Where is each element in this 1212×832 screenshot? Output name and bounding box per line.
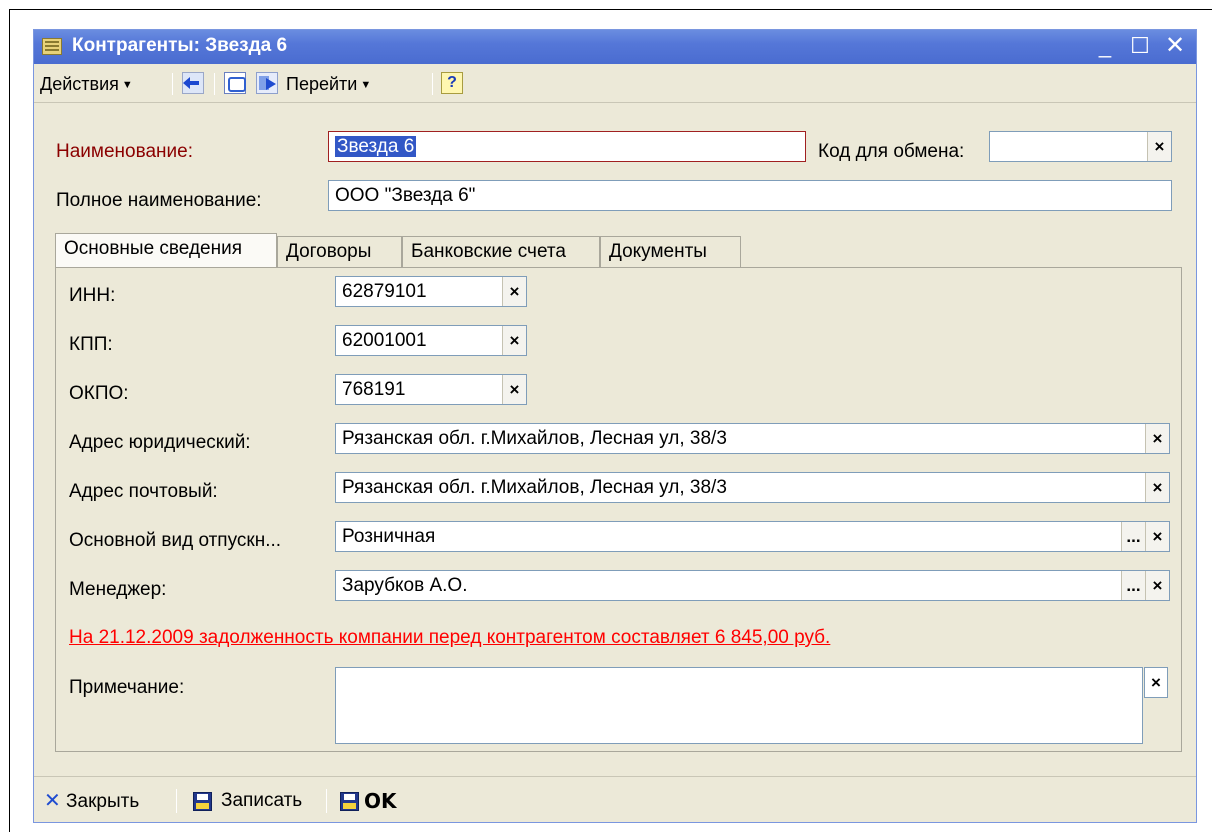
chevron-down-icon: ▼ xyxy=(360,79,372,91)
back-arrow-icon[interactable] xyxy=(182,72,204,94)
clear-icon[interactable]: × xyxy=(502,326,526,355)
inn-input[interactable]: 62879101 × xyxy=(335,276,527,307)
postal-address-label: Адрес почтовый: xyxy=(69,481,218,502)
goto-menu-label: Перейти xyxy=(286,74,358,94)
tab-label: Банковские счета xyxy=(411,241,566,262)
clear-icon[interactable]: × xyxy=(502,277,526,306)
inn-label: ИНН: xyxy=(69,285,116,306)
tab-contracts[interactable]: Договоры xyxy=(277,236,402,268)
clear-icon[interactable]: × xyxy=(1145,522,1169,551)
full-name-input[interactable]: ООО "Звезда 6" xyxy=(328,180,1172,211)
clear-icon[interactable]: × xyxy=(1145,424,1169,453)
postal-address-value: Рязанская обл. г.Михайлов, Лесная ул, 38… xyxy=(342,477,727,498)
save-button[interactable]: Записать xyxy=(221,787,302,815)
manager-label: Менеджер: xyxy=(69,579,167,600)
tab-main-info[interactable]: Основные сведения xyxy=(55,233,277,267)
select-icon[interactable]: ... xyxy=(1121,571,1145,600)
manager-value: Зарубков А.О. xyxy=(342,575,468,596)
legal-address-label: Адрес юридический: xyxy=(69,432,251,453)
kpp-value: 62001001 xyxy=(342,330,427,351)
kpp-input[interactable]: 62001001 × xyxy=(335,325,527,356)
tab-label: Документы xyxy=(609,241,707,262)
toolbar: Действия ▼ Перейти ▼ ? xyxy=(34,65,1196,103)
tab-label: Договоры xyxy=(286,241,372,262)
legal-address-input[interactable]: Рязанская обл. г.Михайлов, Лесная ул, 38… xyxy=(335,423,1170,454)
exchange-code-label: Код для обмена: xyxy=(818,141,965,162)
close-window-button[interactable]: ✕ xyxy=(1162,33,1188,59)
counterparty-window: Контрагенты: Звезда 6 _ ☐ ✕ Действия ▼ Пе… xyxy=(33,29,1197,823)
maximize-button[interactable]: ☐ xyxy=(1127,33,1153,59)
note-textarea[interactable] xyxy=(335,667,1143,744)
actions-menu-label: Действия xyxy=(40,74,119,94)
inn-value: 62879101 xyxy=(342,281,427,302)
toolbar-separator xyxy=(214,73,215,95)
title-bar[interactable]: Контрагенты: Звезда 6 _ ☐ ✕ xyxy=(34,30,1196,64)
toolbar-separator xyxy=(432,73,433,95)
name-label: Наименование: xyxy=(56,141,193,162)
clear-icon[interactable]: × xyxy=(1144,667,1168,698)
select-icon[interactable]: ... xyxy=(1121,522,1145,551)
legal-address-value: Рязанская обл. г.Михайлов, Лесная ул, 38… xyxy=(342,428,727,449)
help-icon[interactable]: ? xyxy=(441,72,463,94)
footer-bar: ✕ Закрыть Записать OK xyxy=(34,776,1196,823)
okpo-value: 768191 xyxy=(342,379,406,400)
window-title: Контрагенты: Звезда 6 xyxy=(72,35,288,56)
clear-icon[interactable]: × xyxy=(1147,132,1171,161)
save-disk-icon[interactable] xyxy=(193,792,212,811)
debt-info-link[interactable]: На 21.12.2009 задолженность компании пер… xyxy=(69,627,830,649)
tab-bank-accounts[interactable]: Банковские счета xyxy=(402,236,600,268)
footer-separator xyxy=(176,789,177,813)
ok-button[interactable]: OK xyxy=(364,787,397,815)
actions-menu[interactable]: Действия ▼ xyxy=(40,70,133,98)
clear-icon[interactable]: × xyxy=(1145,473,1169,502)
save-button-label: Записать xyxy=(221,790,303,811)
close-button[interactable]: ✕ Закрыть xyxy=(44,787,139,815)
tab-documents[interactable]: Документы xyxy=(600,236,741,268)
goto-icon[interactable] xyxy=(256,72,278,94)
footer-separator xyxy=(326,789,327,813)
clear-icon[interactable]: × xyxy=(1145,571,1169,600)
chevron-down-icon: ▼ xyxy=(121,79,133,91)
minimize-button[interactable]: _ xyxy=(1092,33,1118,59)
goto-menu[interactable]: Перейти ▼ xyxy=(286,70,371,98)
manager-input[interactable]: Зарубков А.О. ... × xyxy=(335,570,1170,601)
full-name-value: ООО "Звезда 6" xyxy=(335,185,476,206)
price-type-value: Розничная xyxy=(342,526,436,547)
ok-button-label: OK xyxy=(364,789,397,813)
postal-address-input[interactable]: Рязанская обл. г.Михайлов, Лесная ул, 38… xyxy=(335,472,1170,503)
kpp-label: КПП: xyxy=(69,334,113,355)
okpo-label: ОКПО: xyxy=(69,383,129,404)
tab-label: Основные сведения xyxy=(64,238,243,259)
name-input-value: Звезда 6 xyxy=(335,136,417,157)
note-label: Примечание: xyxy=(69,677,185,698)
close-icon: ✕ xyxy=(44,790,61,812)
save-close-icon[interactable] xyxy=(340,792,359,811)
refresh-icon[interactable] xyxy=(224,72,246,94)
close-button-label: Закрыть xyxy=(66,791,140,812)
clear-icon[interactable]: × xyxy=(502,375,526,404)
name-input[interactable]: Звезда 6 xyxy=(328,131,806,162)
toolbar-separator xyxy=(172,73,173,95)
full-name-label: Полное наименование: xyxy=(56,190,262,211)
exchange-code-input[interactable]: × xyxy=(989,131,1172,162)
catalog-icon xyxy=(42,38,62,55)
okpo-input[interactable]: 768191 × xyxy=(335,374,527,405)
price-type-input[interactable]: Розничная ... × xyxy=(335,521,1170,552)
price-type-label: Основной вид отпускн... xyxy=(69,530,282,551)
